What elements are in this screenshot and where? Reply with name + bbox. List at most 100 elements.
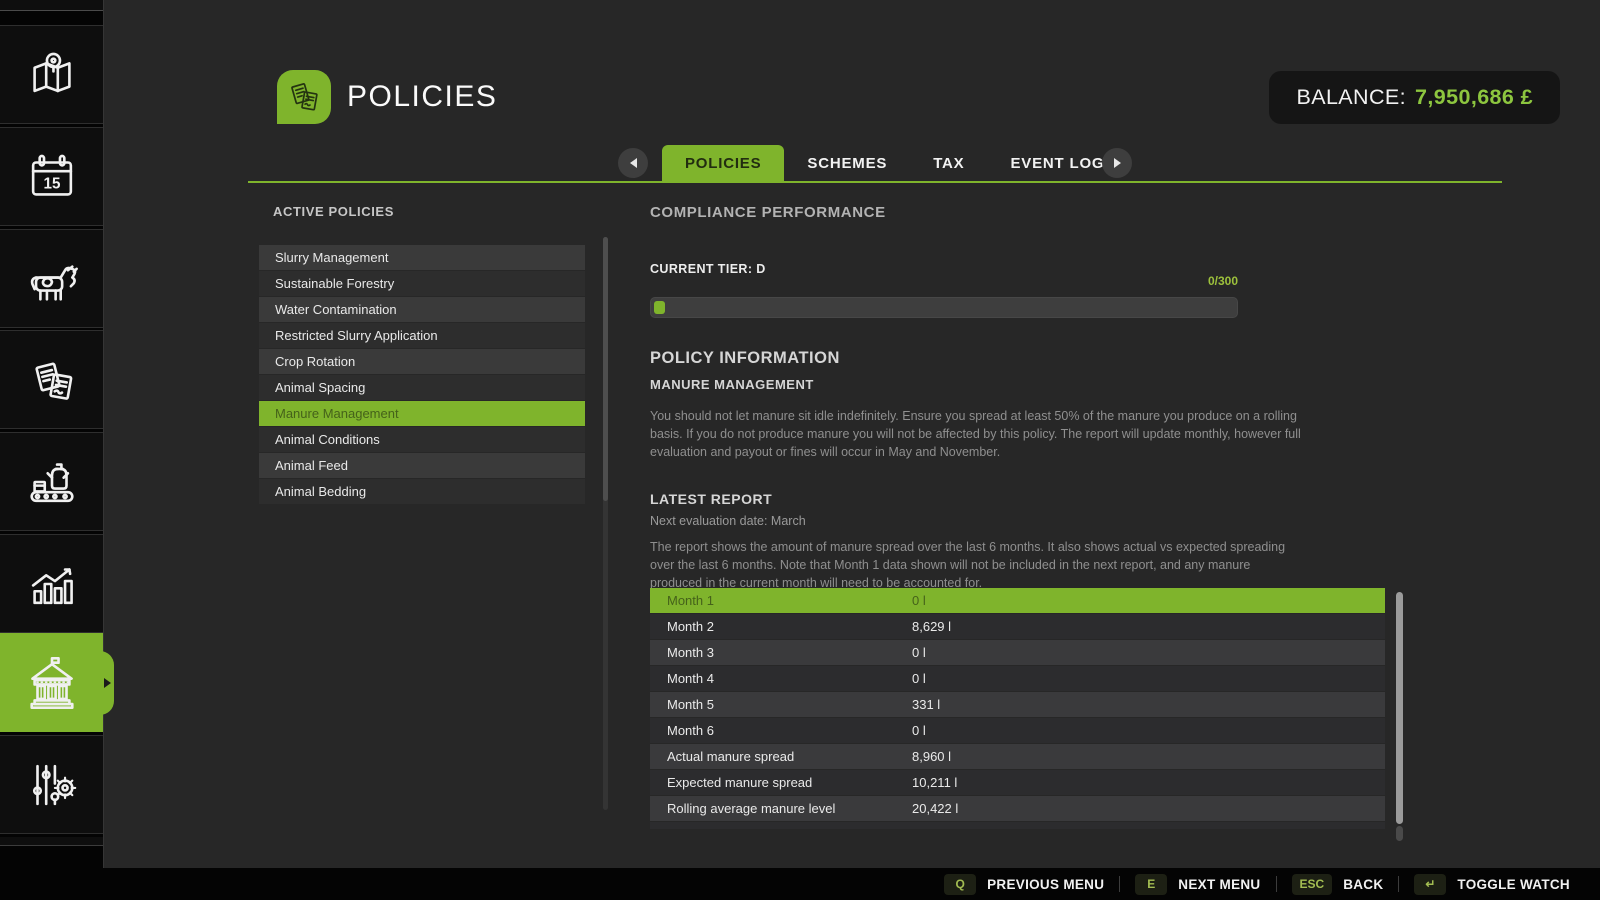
row-label: Month 2 <box>650 619 912 634</box>
list-item[interactable]: Slurry Management <box>259 245 585 270</box>
table-row[interactable]: Month 3 0 l <box>650 640 1385 665</box>
sidebar-item-map[interactable] <box>0 25 103 124</box>
table-row[interactable]: Month 6 0 l <box>650 718 1385 743</box>
hotkey-divider <box>1398 876 1399 892</box>
tab-tax[interactable]: TAX <box>910 145 987 183</box>
list-item[interactable]: Water Contamination <box>259 297 585 322</box>
hotkey-divider <box>1276 876 1277 892</box>
hotkey-label: NEXT MENU <box>1178 877 1260 892</box>
row-label: Month 5 <box>650 697 912 712</box>
scrollbar-thumb[interactable] <box>603 237 608 501</box>
hotkey-label: BACK <box>1343 877 1383 892</box>
table-row-clipped <box>650 822 1385 829</box>
policy-name-heading: MANURE MANAGEMENT <box>650 377 814 392</box>
scrollbar-thumb[interactable] <box>1396 592 1403 824</box>
balance-label: BALANCE: <box>1296 85 1406 110</box>
sidebar-stub-top <box>0 0 103 11</box>
tabs-previous-button[interactable] <box>618 148 648 178</box>
list-item[interactable]: Sustainable Forestry <box>259 271 585 296</box>
sidebar-item-statistics[interactable] <box>0 534 103 633</box>
tab-schemes[interactable]: SCHEMES <box>784 145 910 183</box>
list-item[interactable]: Animal Conditions <box>259 427 585 452</box>
latest-report-heading: LATEST REPORT <box>650 491 772 507</box>
list-item[interactable]: Restricted Slurry Application <box>259 323 585 348</box>
hotkey-back[interactable]: ESC BACK <box>1292 874 1384 895</box>
list-item-selected[interactable]: Manure Management <box>259 401 585 426</box>
hotkey-previous-menu[interactable]: Q PREVIOUS MENU <box>944 874 1104 895</box>
policies-screen: 15 <box>0 0 1600 900</box>
table-row[interactable]: Month 2 8,629 l <box>650 614 1385 639</box>
row-label: Month 6 <box>650 723 912 738</box>
sidebar-item-settings[interactable] <box>0 735 103 834</box>
progress-fill <box>654 301 665 314</box>
bank-icon <box>23 654 81 712</box>
row-value: 0 l <box>912 593 926 608</box>
row-value: 0 l <box>912 723 926 738</box>
svg-text:15: 15 <box>43 175 60 192</box>
tab-bar: POLICIES SCHEMES TAX EVENT LOG <box>662 145 1127 183</box>
row-label: Expected manure spread <box>650 775 912 790</box>
hotkey-next-menu[interactable]: E NEXT MENU <box>1135 874 1260 895</box>
table-row[interactable]: Actual manure spread 8,960 l <box>650 744 1385 769</box>
esc-key-badge: ESC <box>1292 874 1333 895</box>
documents-icon <box>23 351 81 409</box>
sidebar-item-animals[interactable] <box>0 229 103 328</box>
sidebar-item-production[interactable] <box>0 432 103 531</box>
policy-info-heading: POLICY INFORMATION <box>650 349 840 368</box>
hotkey-toggle-watch[interactable]: ↵ TOGGLE WATCH <box>1414 874 1570 895</box>
sidebar-item-finances[interactable] <box>0 633 103 732</box>
e-key-badge: E <box>1135 874 1167 895</box>
enter-key-icon: ↵ <box>1414 874 1446 895</box>
row-label: Rolling average manure level <box>650 801 912 816</box>
map-icon <box>23 46 81 104</box>
calendar-icon: 15 <box>23 148 81 206</box>
sidebar-divider <box>103 0 104 868</box>
policies-list-scrollbar[interactable] <box>603 237 608 810</box>
row-value: 20,422 l <box>912 801 958 816</box>
list-item[interactable]: Animal Feed <box>259 453 585 478</box>
statistics-icon <box>23 555 81 613</box>
list-item[interactable]: Crop Rotation <box>259 349 585 374</box>
row-label: Month 1 <box>650 593 912 608</box>
list-item[interactable]: Animal Spacing <box>259 375 585 400</box>
settings-icon <box>23 756 81 814</box>
page-title: POLICIES <box>347 70 497 124</box>
table-row[interactable]: Month 5 331 l <box>650 692 1385 717</box>
compliance-progress-bar <box>650 297 1238 318</box>
row-value: 8,629 l <box>912 619 951 634</box>
policies-documents-icon <box>284 77 324 117</box>
active-policies-list: Slurry Management Sustainable Forestry W… <box>259 245 585 505</box>
report-table-scrollbar[interactable] <box>1396 592 1403 843</box>
tab-policies[interactable]: POLICIES <box>662 145 784 183</box>
sidebar-stub-bottom <box>0 837 103 846</box>
table-row[interactable]: Rolling average manure level 20,422 l <box>650 796 1385 821</box>
arrow-left-icon <box>630 158 637 168</box>
table-row-selected[interactable]: Month 1 0 l <box>650 588 1385 613</box>
row-value: 331 l <box>912 697 940 712</box>
hotkey-label: TOGGLE WATCH <box>1457 877 1570 892</box>
row-value: 0 l <box>912 671 926 686</box>
row-label: Month 3 <box>650 645 912 660</box>
balance-value: 7,950,686 £ <box>1415 85 1533 110</box>
table-row[interactable]: Expected manure spread 10,211 l <box>650 770 1385 795</box>
row-value: 10,211 l <box>912 775 957 790</box>
hotkey-label: PREVIOUS MENU <box>987 877 1104 892</box>
active-policies-heading: ACTIVE POLICIES <box>273 204 394 219</box>
sidebar-item-calendar[interactable]: 15 <box>0 127 103 226</box>
report-description: The report shows the amount of manure sp… <box>650 539 1300 592</box>
policies-title-icon <box>277 70 331 124</box>
list-item[interactable]: Animal Bedding <box>259 479 585 504</box>
row-label: Actual manure spread <box>650 749 912 764</box>
progress-count: 0/300 <box>650 274 1238 288</box>
sidebar-item-contracts[interactable] <box>0 330 103 429</box>
q-key-badge: Q <box>944 874 976 895</box>
row-value: 0 l <box>912 645 926 660</box>
scrollbar-cap <box>1396 826 1403 841</box>
sidebar-nav: 15 <box>0 0 103 868</box>
hotkey-bar: Q PREVIOUS MENU E NEXT MENU ESC BACK ↵ T… <box>0 868 1600 900</box>
policy-description: You should not let manure sit idle indef… <box>650 408 1306 461</box>
balance-display: BALANCE: 7,950,686 £ <box>1269 71 1560 124</box>
tabs-next-button[interactable] <box>1102 148 1132 178</box>
table-row[interactable]: Month 4 0 l <box>650 666 1385 691</box>
production-icon <box>23 453 81 511</box>
